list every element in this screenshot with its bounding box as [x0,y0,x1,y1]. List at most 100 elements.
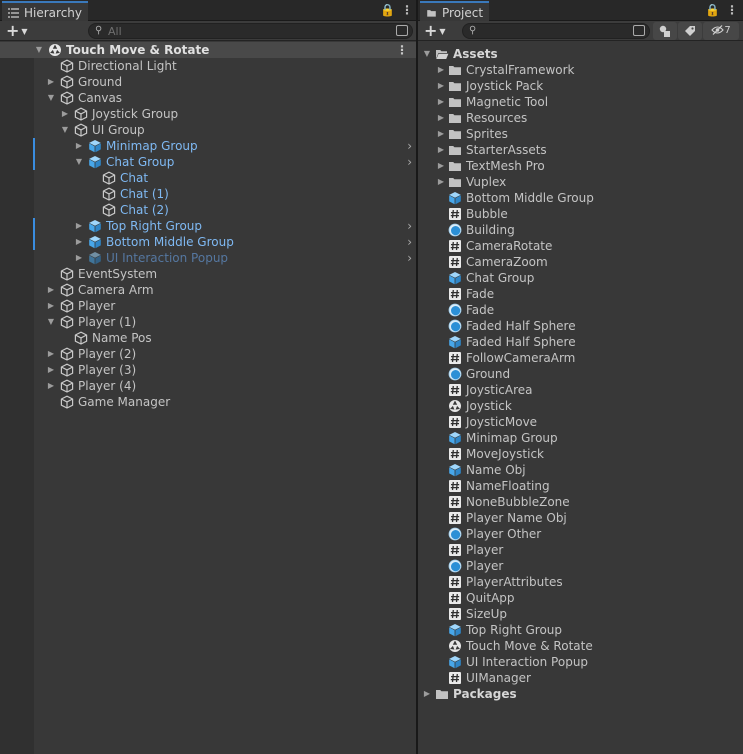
lock-icon[interactable]: 🔒 [380,3,395,17]
expand-arrow-closed-icon[interactable]: ▶ [436,158,446,174]
open-prefab-chevron-icon[interactable]: › [407,218,412,234]
asset-player-name-obj[interactable]: Player Name Obj [418,510,743,526]
hierarchy-item-player[interactable]: ▶ Player [0,298,416,314]
asset-name-obj[interactable]: Name Obj [418,462,743,478]
expand-arrow-open-icon[interactable]: ▼ [46,314,56,330]
folder-sprites[interactable]: ▶ Sprites [418,126,743,142]
lock-icon[interactable]: 🔒 [705,3,720,17]
asset-joystick[interactable]: Joystick [418,398,743,414]
folder-resources[interactable]: ▶ Resources [418,110,743,126]
assets-folder[interactable]: ▼ Assets [418,46,743,62]
hierarchy-item-top-right-group[interactable]: ▶ Top Right Group › [0,218,416,234]
asset-movejoystick[interactable]: MoveJoystick [418,446,743,462]
expand-arrow-closed-icon[interactable]: ▶ [46,378,56,394]
open-prefab-chevron-icon[interactable]: › [407,250,412,266]
folder-crystalframework[interactable]: ▶ CrystalFramework [418,62,743,78]
search-by-type-button[interactable] [653,22,677,40]
expand-arrow-closed-icon[interactable]: ▶ [46,74,56,90]
expand-arrow-closed-icon[interactable]: ▶ [436,174,446,190]
expand-arrow-closed-icon[interactable]: ▶ [46,282,56,298]
tab-project[interactable]: Project [420,1,490,22]
hierarchy-item-camera-arm[interactable]: ▶ Camera Arm [0,282,416,298]
create-button[interactable]: + ▼ [6,22,28,40]
expand-arrow-closed-icon[interactable]: ▶ [436,126,446,142]
search-filter-icon[interactable] [396,25,408,36]
folder-joystick-pack[interactable]: ▶ Joystick Pack [418,78,743,94]
hidden-packages-button[interactable]: 7 [703,22,739,40]
kebab-menu-icon[interactable]: ⋮ [401,3,413,17]
hierarchy-item-directional-light[interactable]: Directional Light [0,58,416,74]
search-by-label-button[interactable] [678,22,702,40]
open-prefab-chevron-icon[interactable]: › [407,138,412,154]
asset-followcameraarm[interactable]: FollowCameraArm [418,350,743,366]
expand-arrow-closed-icon[interactable]: ▶ [436,142,446,158]
asset-top-right-group[interactable]: Top Right Group [418,622,743,638]
packages-folder[interactable]: ▶ Packages [418,686,743,702]
asset-uimanager[interactable]: UIManager [418,670,743,686]
expand-arrow-open-icon[interactable]: ▼ [74,154,84,170]
folder-starterassets[interactable]: ▶ StarterAssets [418,142,743,158]
asset-ui-interaction-popup[interactable]: UI Interaction Popup [418,654,743,670]
asset-building[interactable]: Building [418,222,743,238]
expand-arrow-open-icon[interactable]: ▼ [46,90,56,106]
hierarchy-item-player-4[interactable]: ▶ Player (4) [0,378,416,394]
hierarchy-item-name-pos[interactable]: Name Pos [0,330,416,346]
hierarchy-item-player-3[interactable]: ▶ Player (3) [0,362,416,378]
asset-joysticarea[interactable]: JoysticArea [418,382,743,398]
asset-camerarotate[interactable]: CameraRotate [418,238,743,254]
hierarchy-item-chat-1[interactable]: Chat (1) [0,186,416,202]
asset-faded-half-sphere[interactable]: Faded Half Sphere [418,318,743,334]
hierarchy-item-minimap-group[interactable]: ▶ Minimap Group › [0,138,416,154]
hierarchy-item-ground[interactable]: ▶ Ground [0,74,416,90]
expand-arrow-closed-icon[interactable]: ▶ [74,234,84,250]
asset-faded-half-sphere[interactable]: Faded Half Sphere [418,334,743,350]
folder-textmesh-pro[interactable]: ▶ TextMesh Pro [418,158,743,174]
expand-arrow-closed-icon[interactable]: ▶ [46,346,56,362]
expand-arrow-closed-icon[interactable]: ▶ [46,298,56,314]
hierarchy-item-chat-2[interactable]: Chat (2) [0,202,416,218]
asset-bottom-middle-group[interactable]: Bottom Middle Group [418,190,743,206]
open-prefab-chevron-icon[interactable]: › [407,234,412,250]
scene-row[interactable]: ▼ Touch Move & Rotate ⋮ [0,42,416,58]
asset-bubble[interactable]: Bubble [418,206,743,222]
expand-arrow-closed-icon[interactable]: ▶ [74,250,84,266]
open-prefab-chevron-icon[interactable]: › [407,154,412,170]
hierarchy-item-bottom-middle-group[interactable]: ▶ Bottom Middle Group › [0,234,416,250]
expand-arrow-closed-icon[interactable]: ▶ [436,78,446,94]
asset-chat-group[interactable]: Chat Group [418,270,743,286]
create-asset-button[interactable]: + ▼ [424,22,446,40]
asset-playerattributes[interactable]: PlayerAttributes [418,574,743,590]
expand-arrow-closed-icon[interactable]: ▶ [436,62,446,78]
asset-joysticmove[interactable]: JoysticMove [418,414,743,430]
hierarchy-item-game-manager[interactable]: Game Manager [0,394,416,410]
asset-quitapp[interactable]: QuitApp [418,590,743,606]
project-search-input[interactable]: ⚲ [462,23,650,39]
expand-arrow-closed-icon[interactable]: ▶ [46,362,56,378]
expand-arrow-closed-icon[interactable]: ▶ [74,218,84,234]
asset-player[interactable]: Player [418,558,743,574]
tab-hierarchy[interactable]: Hierarchy [2,1,89,22]
hierarchy-item-canvas[interactable]: ▼ Canvas [0,90,416,106]
scene-menu-icon[interactable]: ⋮ [396,42,408,58]
hierarchy-item-chat[interactable]: Chat [0,170,416,186]
asset-sizeup[interactable]: SizeUp [418,606,743,622]
expand-arrow-open-icon[interactable]: ▼ [34,42,44,58]
asset-fade[interactable]: Fade [418,286,743,302]
asset-fade[interactable]: Fade [418,302,743,318]
hierarchy-item-player-1[interactable]: ▼ Player (1) [0,314,416,330]
asset-player[interactable]: Player [418,542,743,558]
expand-arrow-closed-icon[interactable]: ▶ [436,94,446,110]
asset-camerazoom[interactable]: CameraZoom [418,254,743,270]
hierarchy-item-eventsystem[interactable]: EventSystem [0,266,416,282]
expand-arrow-closed-icon[interactable]: ▶ [60,106,70,122]
hierarchy-item-ui-group[interactable]: ▼ UI Group [0,122,416,138]
asset-ground[interactable]: Ground [418,366,743,382]
hierarchy-search-input[interactable]: ⚲ All [88,23,413,39]
expand-arrow-closed-icon[interactable]: ▶ [74,138,84,154]
asset-touch-move-rotate[interactable]: Touch Move & Rotate [418,638,743,654]
expand-arrow-closed-icon[interactable]: ▶ [436,110,446,126]
hierarchy-item-chat-group[interactable]: ▼ Chat Group › [0,154,416,170]
folder-magnetic-tool[interactable]: ▶ Magnetic Tool [418,94,743,110]
hierarchy-item-player-2[interactable]: ▶ Player (2) [0,346,416,362]
expand-arrow-open-icon[interactable]: ▼ [60,122,70,138]
